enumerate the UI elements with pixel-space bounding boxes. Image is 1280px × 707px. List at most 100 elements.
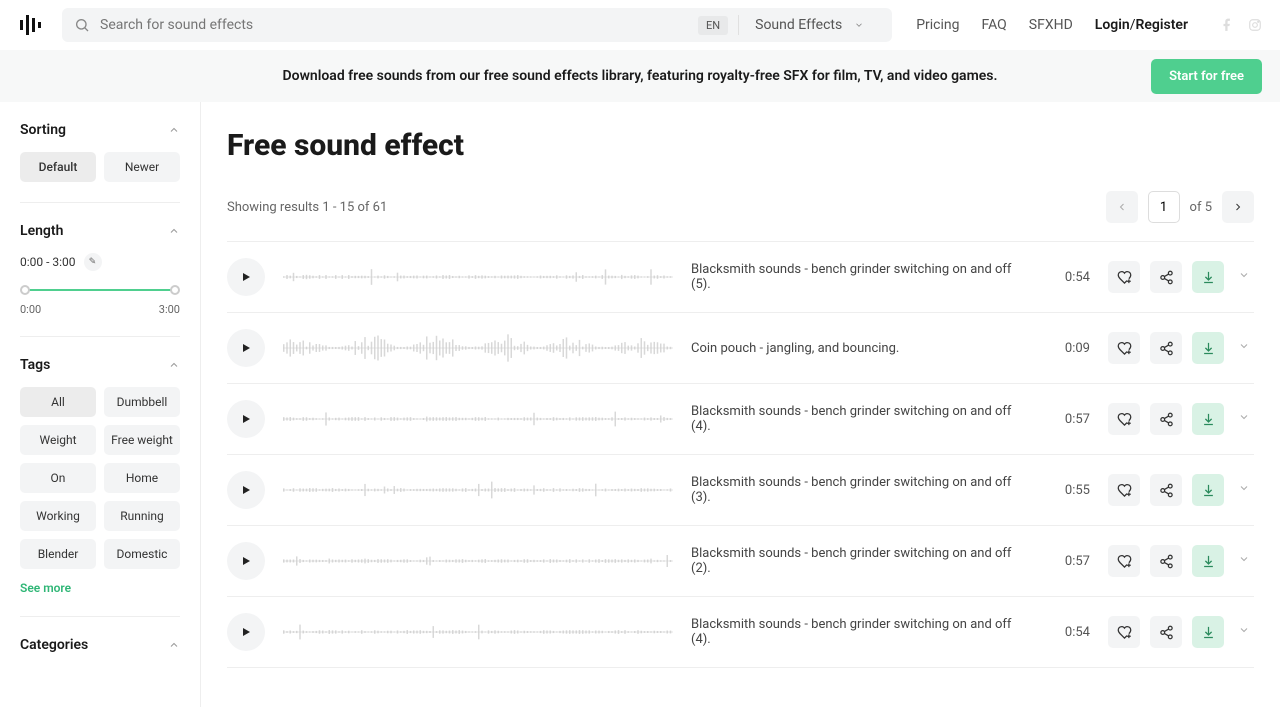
nav-auth: Login/Register <box>1095 17 1188 33</box>
favorite-button[interactable] <box>1108 616 1140 648</box>
sound-title[interactable]: Blacksmith sounds - bench grinder switch… <box>691 546 1032 576</box>
favorite-button[interactable] <box>1108 545 1140 577</box>
slider-handle-min[interactable] <box>20 285 30 295</box>
length-slider[interactable] <box>20 285 180 295</box>
sort-default[interactable]: Default <box>20 152 96 182</box>
sorting-title: Sorting <box>20 122 66 138</box>
download-button[interactable] <box>1192 332 1224 364</box>
see-more-tags[interactable]: See more <box>20 581 71 595</box>
prev-page-button[interactable] <box>1106 191 1138 223</box>
tag-blender[interactable]: Blender <box>20 539 96 569</box>
sound-duration: 0:55 <box>1050 483 1090 498</box>
share-button[interactable] <box>1150 261 1182 293</box>
nav-sfxhd[interactable]: SFXHD <box>1029 17 1073 33</box>
search-bar: EN Sound Effects <box>62 8 892 42</box>
tags-title: Tags <box>20 357 50 373</box>
sound-title[interactable]: Coin pouch - jangling, and bouncing. <box>691 341 1032 356</box>
sidebar: Sorting Default Newer Length 0:00 - 3:00… <box>0 102 201 707</box>
waveform[interactable] <box>283 330 673 366</box>
tag-home[interactable]: Home <box>104 463 180 493</box>
tag-domestic[interactable]: Domestic <box>104 539 180 569</box>
sort-newer[interactable]: Newer <box>104 152 180 182</box>
waveform[interactable] <box>283 543 673 579</box>
download-button[interactable] <box>1192 261 1224 293</box>
nav-register[interactable]: Register <box>1136 17 1189 33</box>
sound-title[interactable]: Blacksmith sounds - bench grinder switch… <box>691 617 1032 647</box>
tag-free-weight[interactable]: Free weight <box>104 425 180 455</box>
sorting-header[interactable]: Sorting <box>20 122 180 138</box>
main-nav: Pricing FAQ SFXHD Login/Register <box>916 17 1188 33</box>
sound-row: Blacksmith sounds - bench grinder switch… <box>227 242 1254 313</box>
waveform[interactable] <box>283 401 673 437</box>
play-button[interactable] <box>227 471 265 509</box>
expand-row-button[interactable] <box>1234 411 1254 427</box>
content: Free sound effect Showing results 1 - 15… <box>201 102 1280 707</box>
favorite-button[interactable] <box>1108 474 1140 506</box>
category-dropdown[interactable]: Sound Effects <box>738 15 880 35</box>
download-button[interactable] <box>1192 616 1224 648</box>
play-button[interactable] <box>227 258 265 296</box>
start-free-button[interactable]: Start for free <box>1151 59 1262 94</box>
sound-duration: 0:54 <box>1050 270 1090 285</box>
sound-title[interactable]: Blacksmith sounds - bench grinder switch… <box>691 404 1032 434</box>
download-button[interactable] <box>1192 545 1224 577</box>
chevron-down-icon <box>854 20 864 30</box>
page-input[interactable] <box>1148 191 1180 223</box>
waveform[interactable] <box>283 472 673 508</box>
tag-running[interactable]: Running <box>104 501 180 531</box>
expand-row-button[interactable] <box>1234 340 1254 356</box>
tag-on[interactable]: On <box>20 463 96 493</box>
edit-length-button[interactable]: ✎ <box>84 253 102 271</box>
share-button[interactable] <box>1150 545 1182 577</box>
length-header[interactable]: Length <box>20 223 180 239</box>
tag-dumbbell[interactable]: Dumbbell <box>104 387 180 417</box>
sound-row: Blacksmith sounds - bench grinder switch… <box>227 526 1254 597</box>
play-button[interactable] <box>227 329 265 367</box>
favorite-button[interactable] <box>1108 261 1140 293</box>
favorite-button[interactable] <box>1108 332 1140 364</box>
expand-row-button[interactable] <box>1234 269 1254 285</box>
expand-row-button[interactable] <box>1234 482 1254 498</box>
categories-title: Categories <box>20 637 88 653</box>
share-button[interactable] <box>1150 403 1182 435</box>
nav-login[interactable]: Login <box>1095 17 1130 33</box>
favorite-button[interactable] <box>1108 403 1140 435</box>
length-max-label: 3:00 <box>159 303 180 316</box>
share-button[interactable] <box>1150 474 1182 506</box>
results-count: Showing results 1 - 15 of 61 <box>227 200 387 215</box>
sound-title[interactable]: Blacksmith sounds - bench grinder switch… <box>691 475 1032 505</box>
logo[interactable] <box>18 13 46 37</box>
search-input[interactable] <box>100 17 698 33</box>
waveform[interactable] <box>283 614 673 650</box>
share-button[interactable] <box>1150 332 1182 364</box>
tag-all[interactable]: All <box>20 387 96 417</box>
download-button[interactable] <box>1192 403 1224 435</box>
categories-header[interactable]: Categories <box>20 637 180 653</box>
search-icon <box>74 17 90 33</box>
length-range-value: 0:00 - 3:00 <box>20 255 76 269</box>
download-button[interactable] <box>1192 474 1224 506</box>
expand-row-button[interactable] <box>1234 624 1254 640</box>
nav-faq[interactable]: FAQ <box>982 17 1007 33</box>
sound-duration: 0:57 <box>1050 412 1090 427</box>
share-button[interactable] <box>1150 616 1182 648</box>
sound-title[interactable]: Blacksmith sounds - bench grinder switch… <box>691 262 1032 292</box>
nav-pricing[interactable]: Pricing <box>916 17 959 33</box>
waveform[interactable] <box>283 259 673 295</box>
language-badge[interactable]: EN <box>698 16 728 35</box>
tag-weight[interactable]: Weight <box>20 425 96 455</box>
tag-working[interactable]: Working <box>20 501 96 531</box>
next-page-button[interactable] <box>1222 191 1254 223</box>
play-button[interactable] <box>227 542 265 580</box>
banner-text: Download free sounds from our free sound… <box>283 68 998 84</box>
chevron-up-icon <box>168 225 180 237</box>
facebook-icon[interactable] <box>1220 18 1234 32</box>
expand-row-button[interactable] <box>1234 553 1254 569</box>
length-min-label: 0:00 <box>20 303 41 316</box>
play-button[interactable] <box>227 613 265 651</box>
instagram-icon[interactable] <box>1248 18 1262 32</box>
tags-header[interactable]: Tags <box>20 357 180 373</box>
play-button[interactable] <box>227 400 265 438</box>
sound-duration: 0:09 <box>1050 341 1090 356</box>
slider-handle-max[interactable] <box>170 285 180 295</box>
